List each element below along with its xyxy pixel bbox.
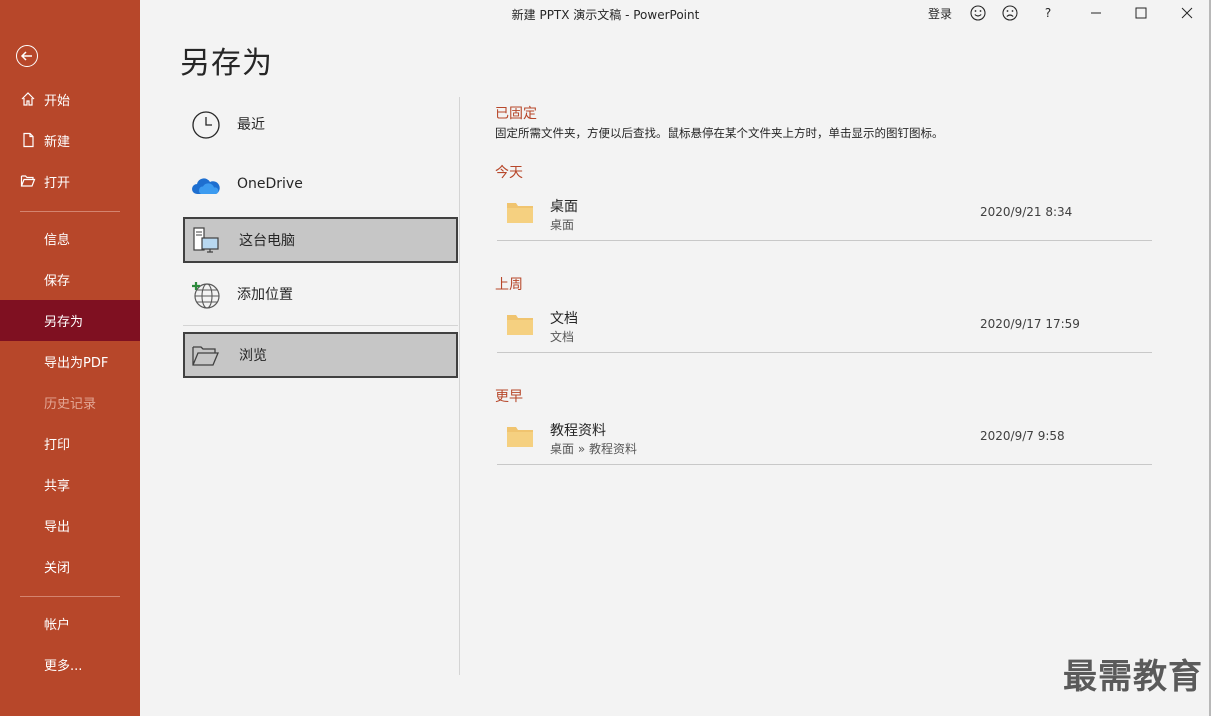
folder-path: 桌面 bbox=[550, 218, 575, 232]
window-title-bar: 新建 PPTX 演示文稿 - PowerPoint bbox=[0, 6, 1211, 23]
help-button[interactable]: ? bbox=[1038, 3, 1058, 23]
nav-home[interactable]: 开始 bbox=[0, 79, 140, 120]
window-title: 新建 PPTX 演示文稿 - PowerPoint bbox=[511, 8, 700, 22]
nav-save-label: 保存 bbox=[44, 274, 71, 289]
folder-date: 2020/9/7 9:58 bbox=[980, 429, 1065, 443]
folder-row-tutorial[interactable]: 教程资料 桌面 » 教程资料 2020/9/7 9:58 bbox=[497, 409, 1152, 465]
location-recent[interactable]: 最近 bbox=[183, 101, 458, 147]
nav-history: 历史记录 bbox=[0, 382, 140, 423]
nav-share-label: 共享 bbox=[44, 479, 71, 494]
nav-more-label: 更多... bbox=[44, 659, 83, 674]
nav-account-label: 帐户 bbox=[44, 618, 71, 633]
backstage-sidebar: 开始 新建 打开 信息 保存 另存为 导出为PDF 历史记录 打印 共享 导出 … bbox=[0, 0, 140, 716]
nav-close[interactable]: 关闭 bbox=[0, 546, 140, 587]
page-title: 另存为 bbox=[180, 46, 273, 81]
nav-divider bbox=[20, 211, 120, 212]
nav-open[interactable]: 打开 bbox=[0, 161, 140, 202]
location-add-place-label: 添加位置 bbox=[237, 287, 293, 303]
nav-export[interactable]: 导出 bbox=[0, 505, 140, 546]
folder-icon bbox=[507, 315, 533, 335]
nav-home-label: 开始 bbox=[44, 94, 71, 109]
nav-new[interactable]: 新建 bbox=[0, 120, 140, 161]
browse-folder-icon bbox=[192, 346, 219, 366]
nav-divider bbox=[20, 596, 120, 597]
pinned-description: 固定所需文件夹，方便以后查找。鼠标悬停在某个文件夹上方时，单击显示的图钉图标。 bbox=[495, 126, 944, 140]
minimize-icon bbox=[1091, 12, 1101, 14]
group-heading-older: 更早 bbox=[495, 389, 523, 405]
smile-feedback-icon[interactable] bbox=[968, 3, 988, 23]
pinned-heading: 已固定 bbox=[495, 106, 537, 122]
signin-button[interactable]: 登录 bbox=[922, 3, 958, 23]
nav-save-as-label: 另存为 bbox=[44, 315, 84, 330]
nav-print-label: 打印 bbox=[44, 438, 71, 453]
folder-name: 教程资料 bbox=[550, 423, 606, 439]
nav-info[interactable]: 信息 bbox=[0, 218, 140, 259]
close-icon bbox=[1181, 7, 1193, 19]
location-onedrive-label: OneDrive bbox=[237, 176, 303, 192]
nav-export-pdf-label: 导出为PDF bbox=[44, 356, 109, 371]
nav-close-label: 关闭 bbox=[44, 561, 71, 576]
location-recent-label: 最近 bbox=[237, 117, 265, 133]
folder-name: 桌面 bbox=[550, 199, 578, 215]
nav-print[interactable]: 打印 bbox=[0, 423, 140, 464]
location-browse-label: 浏览 bbox=[239, 348, 267, 364]
folder-icon bbox=[507, 203, 533, 223]
location-divider bbox=[183, 325, 458, 326]
nav-export-label: 导出 bbox=[44, 520, 71, 535]
maximize-button[interactable] bbox=[1129, 3, 1153, 23]
close-button[interactable] bbox=[1175, 3, 1199, 23]
clock-icon bbox=[192, 111, 220, 139]
new-file-icon bbox=[23, 132, 34, 148]
nav-share[interactable]: 共享 bbox=[0, 464, 140, 505]
watermark: 最需教育 bbox=[1063, 657, 1203, 697]
home-icon bbox=[21, 92, 35, 106]
folder-icon bbox=[507, 427, 533, 447]
group-heading-today: 今天 bbox=[495, 165, 523, 181]
folder-path: 文档 bbox=[550, 330, 575, 344]
nav-new-label: 新建 bbox=[44, 135, 71, 150]
folder-row-documents[interactable]: 文档 文档 2020/9/17 17:59 bbox=[497, 297, 1152, 353]
this-pc-icon bbox=[193, 227, 219, 253]
location-this-pc-label: 这台电脑 bbox=[239, 233, 295, 249]
nav-save[interactable]: 保存 bbox=[0, 259, 140, 300]
folder-date: 2020/9/21 8:34 bbox=[980, 205, 1073, 219]
back-arrow-icon[interactable] bbox=[16, 45, 38, 67]
folder-path: 桌面 » 教程资料 bbox=[550, 442, 637, 456]
nav-export-pdf[interactable]: 导出为PDF bbox=[0, 341, 140, 382]
location-this-pc[interactable]: 这台电脑 bbox=[183, 217, 458, 263]
nav-save-as[interactable]: 另存为 bbox=[0, 300, 140, 341]
folder-date: 2020/9/17 17:59 bbox=[980, 317, 1080, 331]
folder-row-desktop[interactable]: 桌面 桌面 2020/9/21 8:34 bbox=[497, 185, 1152, 241]
nav-open-label: 打开 bbox=[44, 176, 71, 191]
frown-feedback-icon[interactable] bbox=[1000, 3, 1020, 23]
pane-divider bbox=[459, 97, 460, 675]
open-folder-icon bbox=[20, 175, 36, 187]
location-onedrive[interactable]: OneDrive bbox=[183, 163, 458, 209]
group-heading-last-week: 上周 bbox=[495, 277, 523, 293]
maximize-icon bbox=[1135, 7, 1147, 19]
nav-info-label: 信息 bbox=[44, 233, 71, 248]
nav-more[interactable]: 更多... bbox=[0, 644, 140, 685]
nav-account[interactable]: 帐户 bbox=[0, 603, 140, 644]
minimize-button[interactable] bbox=[1084, 3, 1108, 23]
folder-name: 文档 bbox=[550, 311, 578, 327]
location-add-place[interactable]: 添加位置 bbox=[183, 271, 458, 317]
add-location-globe-icon bbox=[192, 282, 220, 309]
onedrive-cloud-icon bbox=[192, 178, 220, 194]
location-browse[interactable]: 浏览 bbox=[183, 332, 458, 378]
nav-history-label: 历史记录 bbox=[44, 397, 97, 412]
